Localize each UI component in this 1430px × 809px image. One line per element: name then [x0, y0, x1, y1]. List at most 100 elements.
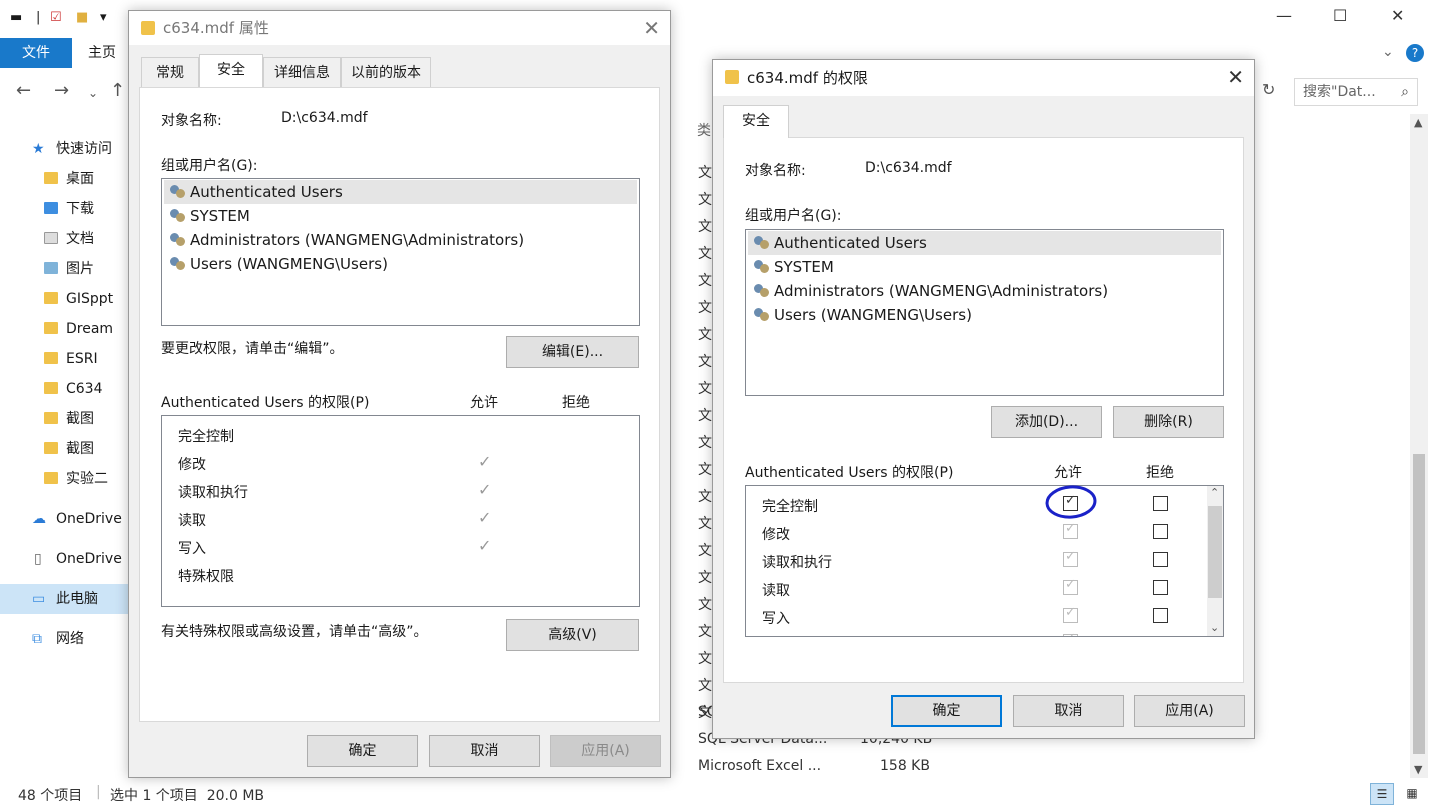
sidebar-item-quick-access[interactable]: ★ 快速访问 — [0, 134, 130, 164]
remove-button[interactable]: 删除(R) — [1113, 406, 1224, 438]
sidebar-item-documents[interactable]: 文档 — [0, 224, 130, 254]
sidebar-item-downloads[interactable]: 下载 — [0, 194, 130, 224]
file-type-cell[interactable]: 文 — [698, 540, 712, 560]
close-icon[interactable]: ✕ — [1391, 6, 1404, 25]
cancel-button[interactable]: 取消 — [1013, 695, 1124, 727]
users-list[interactable]: Authenticated Users SYSTEM Administrator… — [161, 178, 640, 326]
sidebar-item-screenshots-1[interactable]: 截图 — [0, 404, 130, 434]
tab-security[interactable]: 安全 — [199, 54, 263, 87]
sidebar-item-onedrive-2[interactable]: ▯ OneDrive — [0, 544, 130, 574]
sidebar-item-desktop[interactable]: 桌面 — [0, 164, 130, 194]
file-type-cell[interactable]: 文 — [698, 351, 712, 371]
sidebar-item-esri[interactable]: ESRI — [0, 344, 130, 374]
new-folder-icon[interactable]: ■ — [76, 10, 88, 25]
file-type-cell[interactable]: 文 — [698, 270, 712, 290]
dialog-title-bar[interactable]: c634.mdf 的权限 ✕ — [713, 60, 1254, 96]
scroll-down-icon[interactable]: ▼ — [1414, 763, 1422, 776]
list-item[interactable]: SYSTEM — [748, 255, 1221, 279]
allow-next-checkbox[interactable] — [1063, 631, 1078, 636]
ok-button[interactable]: 确定 — [307, 735, 418, 767]
file-type-cell[interactable]: 文 — [698, 594, 712, 614]
properties-icon[interactable]: ☑ — [50, 10, 62, 25]
file-list-scrollbar[interactable]: ▲ ▼ — [1410, 114, 1428, 778]
minimize-icon[interactable]: — — [1276, 6, 1292, 25]
tab-details[interactable]: 详细信息 — [263, 57, 341, 87]
forward-arrow-icon[interactable]: → — [54, 80, 69, 101]
column-header-type[interactable]: 类 — [697, 120, 711, 140]
back-arrow-icon[interactable]: ← — [16, 80, 31, 101]
chevron-down-icon[interactable]: ▾ — [100, 10, 107, 25]
up-arrow-icon[interactable]: ↑ — [110, 80, 125, 101]
sidebar-item-this-pc[interactable]: ▭ 此电脑 — [0, 584, 130, 614]
deny-write-checkbox[interactable] — [1153, 608, 1168, 623]
ok-button[interactable]: 确定 — [891, 695, 1002, 727]
sidebar-item-gisppt[interactable]: GISppt — [0, 284, 130, 314]
allow-modify-checkbox[interactable] — [1063, 521, 1078, 539]
deny-read-checkbox[interactable] — [1153, 580, 1168, 595]
permissions-scrollbar[interactable]: ⌃ ⌄ — [1207, 486, 1223, 636]
large-icons-view-icon[interactable]: ▦ — [1400, 783, 1424, 805]
scroll-down-icon[interactable]: ⌄ — [1210, 621, 1219, 634]
list-item[interactable]: Administrators (WANGMENG\Administrators) — [164, 228, 637, 252]
allow-read-execute-checkbox[interactable] — [1063, 549, 1078, 567]
allow-write-checkbox[interactable] — [1063, 605, 1078, 623]
sidebar-item-screenshots-2[interactable]: 截图 — [0, 434, 130, 464]
add-button[interactable]: 添加(D)... — [991, 406, 1102, 438]
apply-button[interactable]: 应用(A) — [1134, 695, 1245, 727]
scrollbar-thumb[interactable] — [1208, 506, 1222, 598]
sidebar-item-pictures[interactable]: 图片 — [0, 254, 130, 284]
file-type-cell[interactable]: 文 — [698, 378, 712, 398]
list-item[interactable]: Users (WANGMENG\Users) — [748, 303, 1221, 327]
list-item[interactable]: Administrators (WANGMENG\Administrators) — [748, 279, 1221, 303]
tab-security[interactable]: 安全 — [723, 105, 789, 138]
scroll-up-icon[interactable]: ▲ — [1414, 116, 1422, 129]
file-type-cell[interactable]: 文 — [698, 675, 712, 695]
file-type-cell[interactable]: 文 — [698, 162, 712, 182]
advanced-button[interactable]: 高级(V) — [506, 619, 639, 651]
edit-button[interactable]: 编辑(E)... — [506, 336, 639, 368]
sidebar-item-c634[interactable]: C634 — [0, 374, 130, 404]
maximize-icon[interactable]: ☐ — [1333, 6, 1347, 25]
dialog-title-bar[interactable]: c634.mdf 属性 ✕ — [129, 11, 670, 45]
close-icon[interactable]: ✕ — [1227, 60, 1244, 94]
ribbon-tab-home[interactable]: 主页 — [74, 38, 130, 68]
table-row[interactable]: Microsoft Excel ... — [698, 758, 821, 774]
details-view-icon[interactable]: ☰ — [1370, 783, 1394, 805]
file-type-cell[interactable]: 文 — [698, 324, 712, 344]
ribbon-tab-file[interactable]: 文件 — [0, 38, 72, 68]
list-item[interactable]: Authenticated Users — [164, 180, 637, 204]
refresh-icon[interactable]: ↻ — [1262, 80, 1275, 99]
drive-icon[interactable]: ▬ — [10, 10, 22, 25]
file-type-cell[interactable]: 文 — [698, 621, 712, 641]
sidebar-item-network[interactable]: ⧉ 网络 — [0, 624, 130, 654]
file-type-cell[interactable]: 文 — [698, 432, 712, 452]
file-type-cell[interactable]: 文 — [698, 189, 712, 209]
deny-read-execute-checkbox[interactable] — [1153, 552, 1168, 567]
file-type-cell[interactable]: 文 — [698, 459, 712, 479]
list-item[interactable]: SYSTEM — [164, 204, 637, 228]
expand-ribbon-icon[interactable]: ⌄ — [1382, 44, 1394, 60]
sidebar-item-dream[interactable]: Dream — [0, 314, 130, 344]
deny-modify-checkbox[interactable] — [1153, 524, 1168, 539]
tab-previous-versions[interactable]: 以前的版本 — [341, 57, 431, 87]
file-type-cell[interactable]: 文 — [698, 297, 712, 317]
scrollbar-thumb[interactable] — [1413, 454, 1425, 754]
help-icon[interactable]: ? — [1406, 44, 1424, 62]
file-type-cell[interactable]: 文 — [698, 567, 712, 587]
list-item[interactable]: Users (WANGMENG\Users) — [164, 252, 637, 276]
deny-full-control-checkbox[interactable] — [1153, 496, 1168, 511]
users-list[interactable]: Authenticated Users SYSTEM Administrator… — [745, 229, 1224, 396]
cancel-button[interactable]: 取消 — [429, 735, 540, 767]
search-input[interactable]: 搜索"Dat... ⌕ — [1294, 78, 1418, 106]
file-type-cell[interactable]: 文 — [698, 243, 712, 263]
recent-locations-icon[interactable]: ⌄ — [88, 86, 98, 100]
file-type-cell[interactable]: 文 — [698, 216, 712, 236]
apply-button[interactable]: 应用(A) — [550, 735, 661, 767]
file-type-cell[interactable]: 文 — [698, 513, 712, 533]
file-type-cell[interactable]: 文 — [698, 648, 712, 668]
allow-read-checkbox[interactable] — [1063, 577, 1078, 595]
file-type-cell[interactable]: 文 — [698, 405, 712, 425]
file-type-cell[interactable]: 文 — [698, 486, 712, 506]
sidebar-item-experiment-2[interactable]: 实验二 — [0, 464, 130, 494]
list-item[interactable]: Authenticated Users — [748, 231, 1221, 255]
